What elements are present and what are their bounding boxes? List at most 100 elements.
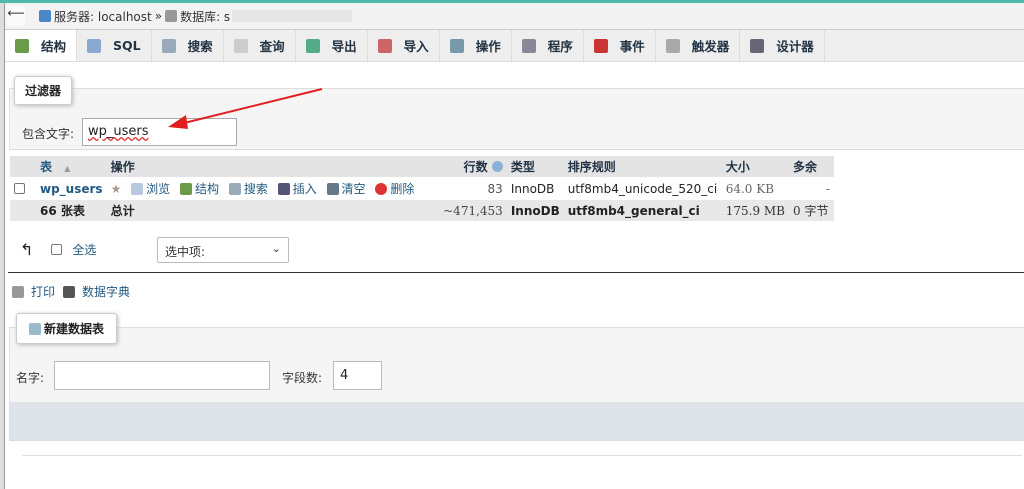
routines-icon [521, 38, 536, 53]
search-icon [161, 38, 176, 53]
action-insert[interactable]: 插入 [277, 182, 317, 196]
tables-list: 表 ▲ 操作 行数 类型 排序规则 大小 多余 wp_users ★ 浏览 结构… [10, 156, 834, 221]
columns-label: 字段数: [282, 371, 323, 385]
with-selected-dropdown[interactable]: 选中项: ⌄ [157, 237, 289, 263]
total-count: 66 张表 [36, 200, 107, 221]
select-all-checkbox[interactable] [51, 244, 63, 255]
table-total-row: 66 张表 总计 ~471,453 InnoDB utf8mb4_general… [10, 200, 834, 221]
tab-1[interactable]: SQL [77, 30, 152, 61]
table-header-row: 表 ▲ 操作 行数 类型 排序规则 大小 多余 [10, 156, 834, 177]
total-overhead: 0 字节 [789, 200, 834, 221]
empty-icon [326, 183, 339, 195]
tab-label: 设计器 [776, 39, 814, 54]
row-collation: utf8mb4_unicode_520_ci [567, 181, 718, 196]
tab-5[interactable]: 导入 [368, 30, 440, 61]
dictionary-icon [63, 285, 76, 298]
breadcrumb-database[interactable]: 数据库: s [180, 8, 230, 25]
tab-10[interactable]: 设计器 [740, 30, 825, 61]
tab-2[interactable]: 搜索 [152, 30, 224, 61]
structure-icon [180, 183, 192, 195]
browse-icon [131, 183, 144, 195]
total-engine: InnoDB [506, 200, 564, 221]
action-empty[interactable]: 清空 [326, 182, 366, 196]
tab-3[interactable]: 查询 [224, 30, 296, 61]
with-selected-value: 选中项: [165, 245, 206, 259]
database-icon [165, 10, 178, 22]
structure-icon [15, 38, 29, 53]
row-checkbox[interactable] [14, 182, 25, 194]
tab-label: 查询 [259, 39, 285, 54]
breadcrumb: ⟵ 服务器: localhost » 数据库: s [5, 3, 1024, 30]
col-collation[interactable]: 排序规则 [568, 160, 616, 174]
row-engine: InnoDB [510, 181, 555, 196]
redacted-region [232, 10, 353, 22]
favorite-star-icon[interactable]: ★ [111, 182, 122, 196]
data-dictionary-link[interactable]: 数据字典 [82, 283, 130, 300]
table-name-link[interactable]: wp_users [40, 182, 103, 196]
new-table-icon [29, 322, 41, 335]
col-actions: 操作 [110, 160, 135, 174]
sql-icon [87, 38, 102, 53]
arrow-up-icon: ↰ [20, 240, 34, 259]
select-all-label[interactable]: 全选 [72, 241, 96, 258]
triggers-icon [665, 38, 680, 53]
action-browse[interactable]: 浏览 [131, 182, 170, 196]
row-overhead: - [825, 181, 830, 196]
tab-9[interactable]: 触发器 [656, 30, 741, 61]
tab-0[interactable]: 结构 [5, 30, 78, 61]
designer-icon [750, 38, 765, 53]
search-icon [228, 183, 241, 195]
columns-count-input[interactable]: 4 [333, 361, 382, 390]
table-row: wp_users ★ 浏览 结构 搜索 插入 清空 删除 83 InnoDB u… [10, 177, 834, 200]
action-drop[interactable]: 删除 [375, 182, 414, 196]
action-search[interactable]: 搜索 [228, 182, 268, 196]
server-icon [39, 10, 51, 22]
table-name-input[interactable] [54, 361, 270, 390]
print-icon [12, 285, 24, 298]
create-table-legend: 新建数据表 [16, 313, 118, 344]
tab-7[interactable]: 程序 [512, 30, 584, 61]
query-icon [233, 38, 248, 53]
import-icon [377, 38, 392, 53]
export-icon [305, 38, 320, 53]
navigation-panel-edge[interactable] [0, 3, 5, 489]
row-size[interactable]: 64.0 KB [722, 177, 789, 200]
row-count: 83 [487, 181, 503, 196]
bottom-divider [22, 455, 1022, 456]
create-table-footer [10, 402, 1024, 440]
tab-label: 事件 [619, 39, 645, 54]
tab-label: SQL [113, 38, 141, 53]
breadcrumb-server[interactable]: 服务器: localhost [54, 8, 152, 25]
wrench-icon [449, 38, 464, 53]
total-size: 175.9 MB [721, 200, 789, 221]
print-link[interactable]: 打印 [31, 283, 55, 300]
total-rows: ~471,453 [439, 200, 507, 221]
delete-icon [375, 183, 388, 195]
print-links: 打印 数据字典 [12, 283, 130, 300]
tab-label: 触发器 [691, 39, 730, 54]
filter-input[interactable]: wp_users [82, 118, 237, 146]
filter-label: 包含文字: [22, 127, 75, 141]
col-overhead[interactable]: 多余 [793, 160, 817, 174]
tab-8[interactable]: 事件 [584, 30, 656, 61]
col-size[interactable]: 大小 [726, 160, 750, 174]
tab-6[interactable]: 操作 [440, 30, 512, 61]
divider [8, 272, 1024, 273]
tab-label: 导出 [331, 39, 357, 54]
breadcrumb-separator: » [154, 9, 163, 23]
tab-label: 搜索 [187, 39, 213, 54]
tab-label: 导入 [403, 39, 429, 54]
clock-icon [593, 38, 608, 53]
action-structure[interactable]: 结构 [180, 182, 219, 196]
tab-4[interactable]: 导出 [296, 30, 368, 61]
collapse-nav-button[interactable]: ⟵ [7, 6, 25, 26]
name-label: 名字: [16, 371, 45, 385]
col-type[interactable]: 类型 [511, 160, 535, 174]
filter-legend: 过滤器 [14, 76, 73, 105]
bulk-actions: ↰ 全选 [20, 240, 96, 259]
col-rows[interactable]: 行数 [464, 160, 488, 174]
insert-icon [277, 183, 290, 195]
col-table[interactable]: 表 [40, 160, 52, 174]
help-icon[interactable] [491, 161, 503, 172]
tab-label: 结构 [41, 39, 67, 54]
